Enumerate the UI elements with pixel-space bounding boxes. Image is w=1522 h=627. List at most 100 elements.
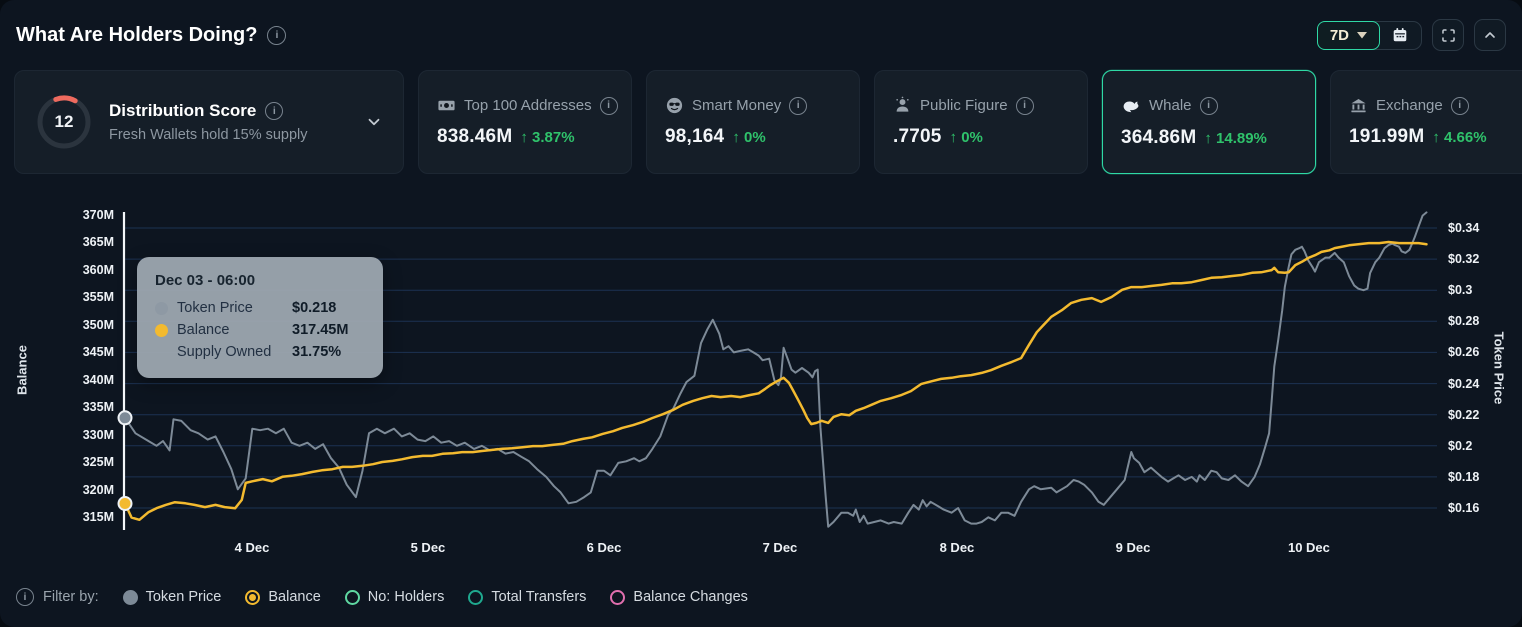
y-axis-tick-left: 370M <box>28 208 114 222</box>
stat-card-change: ↑ 0% <box>732 129 765 146</box>
tooltip-title: Dec 03 - 06:00 <box>155 272 365 289</box>
distribution-score-value: 12 <box>35 93 93 151</box>
stat-card-value: 98,164 <box>665 126 724 148</box>
y-axis-tick-left: 360M <box>28 263 114 277</box>
filter-option-dot <box>345 590 360 605</box>
stat-card-change: ↑ 4.66% <box>1432 129 1486 146</box>
info-icon[interactable]: i <box>16 588 34 606</box>
stat-card-label: Whale <box>1149 97 1192 114</box>
stat-card-exchange[interactable]: Exchange i 191.99M ↑ 4.66% <box>1330 70 1522 174</box>
filter-legend: i Filter by: Token Price Balance No: Hol… <box>16 588 748 606</box>
x-axis-tick: 5 Dec <box>411 540 446 555</box>
filter-option-no-holders[interactable]: No: Holders <box>345 589 445 605</box>
y-axis-tick-left: 320M <box>28 483 114 497</box>
y-axis-tick-right: $0.34 <box>1448 221 1508 235</box>
stat-card-label: Smart Money <box>692 97 781 114</box>
filter-option-dot <box>123 590 138 605</box>
hover-marker <box>119 497 132 510</box>
caret-down-icon <box>1357 32 1367 39</box>
stat-card-whale[interactable]: Whale i 364.86M ↑ 14.89% <box>1102 70 1316 174</box>
filter-option-balance-changes[interactable]: Balance Changes <box>610 589 747 605</box>
info-icon[interactable]: i <box>789 97 807 115</box>
info-icon[interactable]: i <box>265 102 283 120</box>
info-icon[interactable]: i <box>1451 97 1469 115</box>
x-axis-tick: 8 Dec <box>940 540 975 555</box>
distribution-score-title: Distribution Score <box>109 101 256 121</box>
y-axis-tick-left: 330M <box>28 428 114 442</box>
stat-card-public-figure[interactable]: Public Figure i .7705 ↑ 0% <box>874 70 1088 174</box>
header-controls: 7D <box>1317 19 1506 51</box>
token-price-dot <box>155 302 168 315</box>
x-axis-tick: 9 Dec <box>1116 540 1151 555</box>
balance-dot <box>155 324 168 337</box>
info-icon[interactable]: i <box>1016 97 1034 115</box>
public-figure-icon <box>893 96 912 115</box>
stat-card-smart-money[interactable]: Smart Money i 98,164 ↑ 0% <box>646 70 860 174</box>
banknote-icon <box>437 96 456 115</box>
filter-option-token-price[interactable]: Token Price <box>123 589 222 605</box>
y-axis-tick-left: 335M <box>28 400 114 414</box>
stat-card-value: 838.46M <box>437 126 512 148</box>
filter-option-label: Balance Changes <box>633 589 747 605</box>
y-axis-tick-left: 350M <box>28 318 114 332</box>
fullscreen-button[interactable] <box>1432 19 1464 51</box>
filter-option-balance[interactable]: Balance <box>245 589 320 605</box>
x-axis-tick: 4 Dec <box>235 540 270 555</box>
smart-money-icon <box>665 96 684 115</box>
tooltip-row: Balance 317.45M <box>155 322 365 338</box>
calendar-icon <box>1391 26 1409 44</box>
y-axis-tick-right: $0.22 <box>1448 408 1508 422</box>
y-axis-tick-right: $0.28 <box>1448 314 1508 328</box>
stat-card-change: ↑ 14.89% <box>1204 130 1267 147</box>
x-axis-tick: 10 Dec <box>1288 540 1330 555</box>
y-axis-tick-right: $0.2 <box>1448 439 1508 453</box>
calendar-button[interactable] <box>1379 22 1421 49</box>
left-axis-title: Balance <box>15 345 30 395</box>
info-icon[interactable]: i <box>267 26 286 45</box>
filter-option-label: Balance <box>268 589 320 605</box>
y-axis-tick-left: 315M <box>28 510 114 524</box>
distribution-score-card[interactable]: 12 Distribution Score i Fresh Wallets ho… <box>14 70 404 174</box>
stat-card-label: Exchange <box>1376 97 1443 114</box>
distribution-score-gauge: 12 <box>35 93 93 151</box>
stat-cards-row: 12 Distribution Score i Fresh Wallets ho… <box>14 70 1522 174</box>
filter-option-dot <box>245 590 260 605</box>
y-axis-tick-left: 325M <box>28 455 114 469</box>
stat-card-value: .7705 <box>893 126 942 148</box>
y-axis-tick-right: $0.16 <box>1448 501 1508 515</box>
tooltip-row: Supply Owned 31.75% <box>155 344 365 360</box>
y-axis-tick-right: $0.32 <box>1448 252 1508 266</box>
right-axis-title: Token Price <box>1492 332 1507 405</box>
chevron-up-icon <box>1482 27 1498 43</box>
x-axis-tick: 6 Dec <box>587 540 622 555</box>
filter-by-label: Filter by: <box>43 589 99 605</box>
x-axis-tick: 7 Dec <box>763 540 798 555</box>
collapse-button[interactable] <box>1474 19 1506 51</box>
y-axis-tick-left: 355M <box>28 290 114 304</box>
info-icon[interactable]: i <box>600 97 618 115</box>
y-axis-tick-right: $0.18 <box>1448 470 1508 484</box>
tooltip-row: Token Price $0.218 <box>155 300 365 316</box>
whale-icon <box>1121 96 1141 116</box>
bank-icon <box>1349 96 1368 115</box>
filter-option-label: Token Price <box>146 589 222 605</box>
info-icon[interactable]: i <box>1200 97 1218 115</box>
distribution-score-subtitle: Fresh Wallets hold 15% supply <box>109 127 349 143</box>
stat-card-value: 364.86M <box>1121 127 1196 149</box>
filter-option-dot <box>610 590 625 605</box>
stat-card-change: ↑ 0% <box>950 129 983 146</box>
filter-option-dot <box>468 590 483 605</box>
filter-option-total-transfers[interactable]: Total Transfers <box>468 589 586 605</box>
panel-header: What Are Holders Doing? i 7D <box>0 0 1522 70</box>
fullscreen-icon <box>1440 27 1457 44</box>
y-axis-tick-right: $0.3 <box>1448 283 1508 297</box>
chevron-down-icon[interactable] <box>365 113 383 131</box>
timeframe-selector[interactable]: 7D <box>1317 21 1380 50</box>
holders-panel: What Are Holders Doing? i 7D <box>0 0 1522 627</box>
hover-marker <box>119 411 132 424</box>
stat-cards-group: Top 100 Addresses i 838.46M ↑ 3.87% Smar… <box>418 70 1522 174</box>
stat-card-top-100-addresses[interactable]: Top 100 Addresses i 838.46M ↑ 3.87% <box>418 70 632 174</box>
timeframe-control: 7D <box>1317 21 1422 50</box>
y-axis-tick-left: 365M <box>28 235 114 249</box>
stat-card-label: Public Figure <box>920 97 1008 114</box>
